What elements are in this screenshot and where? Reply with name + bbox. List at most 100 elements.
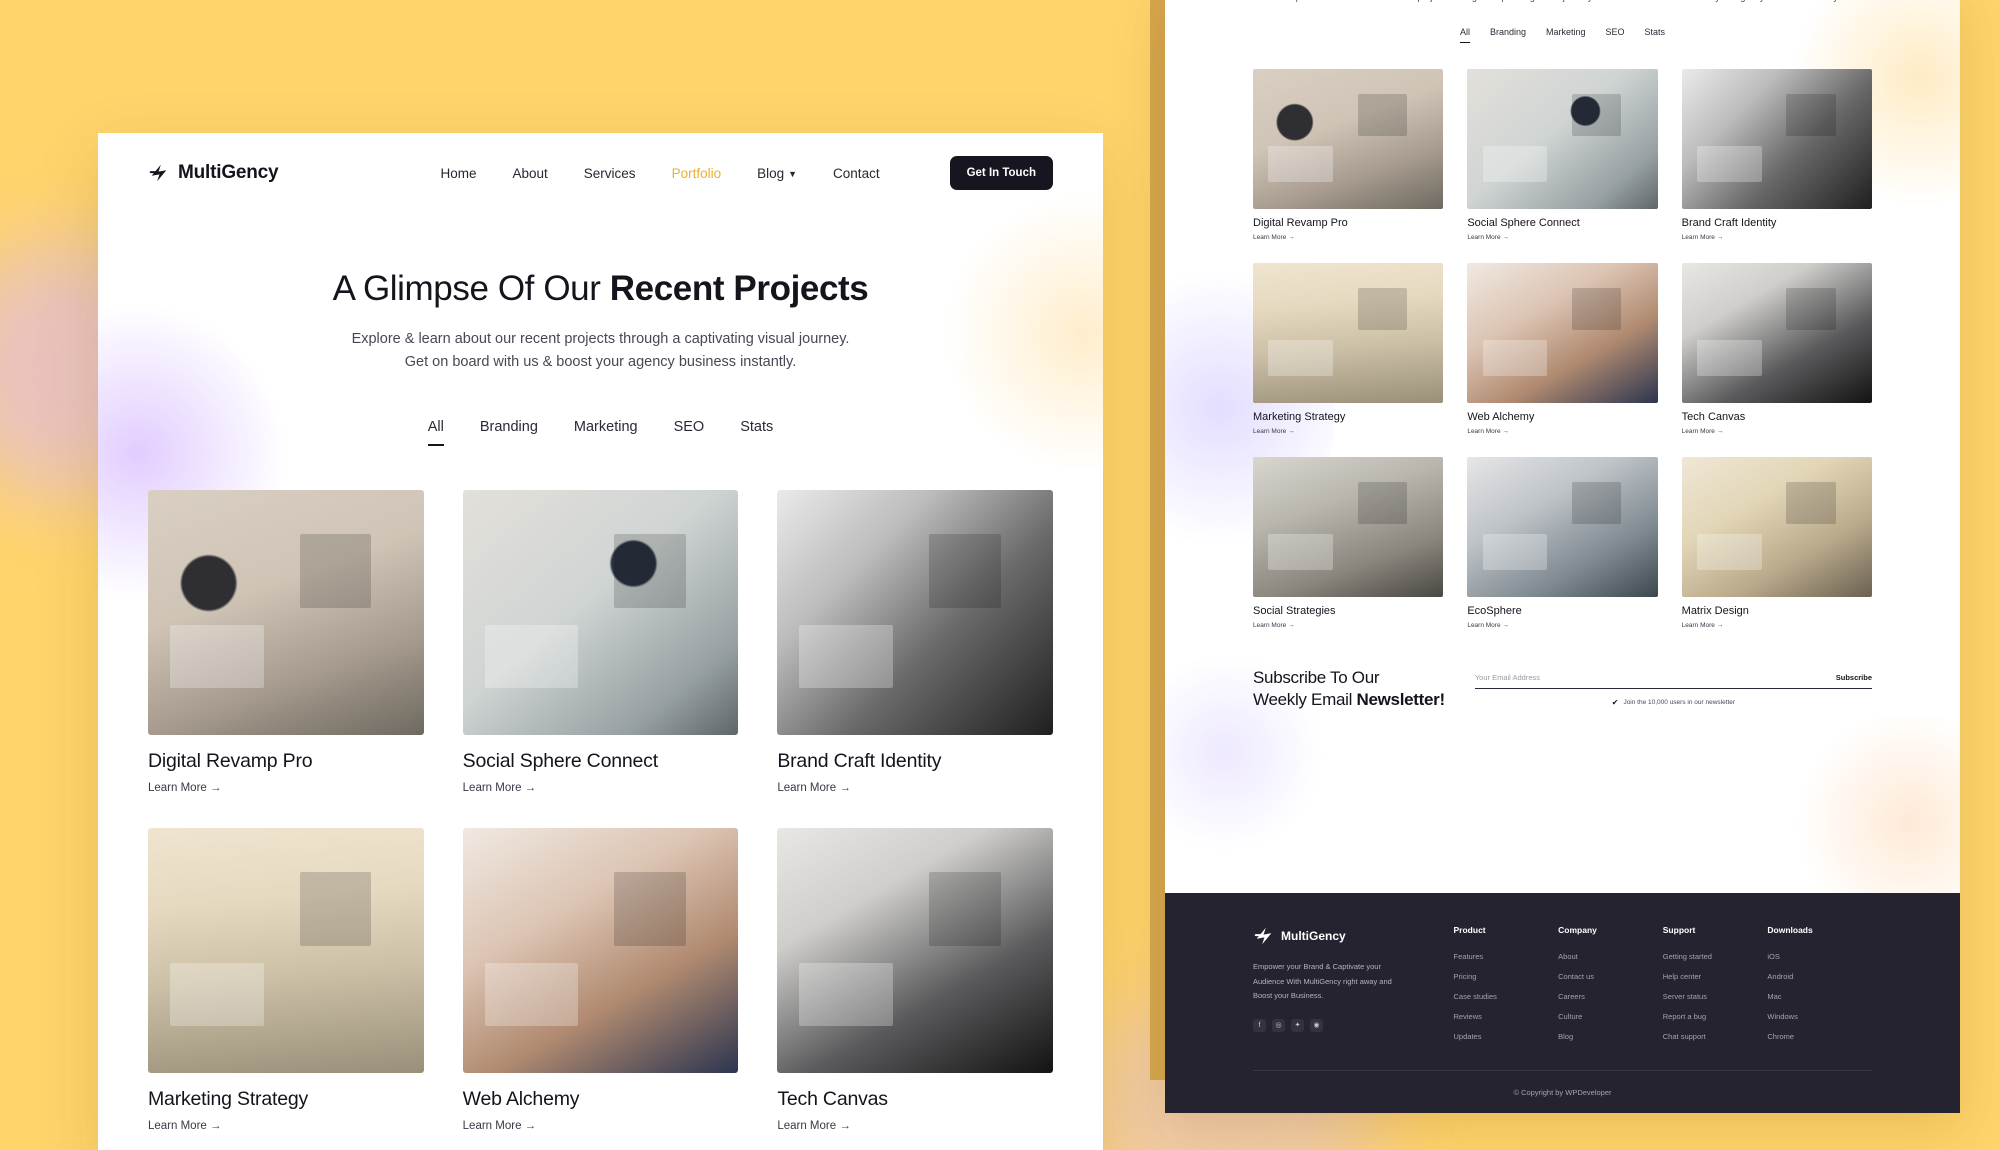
filter-tab-stats[interactable]: Stats <box>740 419 773 446</box>
project-thumbnail <box>148 827 424 1073</box>
preview-learn-more-link[interactable]: Learn More → <box>1682 234 1872 241</box>
footer-link[interactable]: Pricing <box>1454 972 1559 981</box>
preview-learn-more-link[interactable]: Learn More → <box>1253 622 1443 629</box>
footer-link[interactable]: iOS <box>1767 952 1872 961</box>
footer-link[interactable]: Contact us <box>1558 972 1663 981</box>
footer-link[interactable]: Updates <box>1454 1032 1559 1041</box>
preview-project-card[interactable]: Social Strategies Learn More → <box>1253 456 1444 629</box>
footer-link[interactable]: Blog <box>1558 1032 1663 1041</box>
get-in-touch-button[interactable]: Get In Touch <box>949 156 1053 190</box>
preview-filter-tab-seo[interactable]: SEO <box>1606 27 1625 43</box>
twitter-icon[interactable]: ✦ <box>1291 1018 1304 1032</box>
preview-filter-tab-all[interactable]: All <box>1459 27 1470 43</box>
preview-filter-tab-branding[interactable]: Branding <box>1490 27 1526 43</box>
footer-link[interactable]: Case studies <box>1454 992 1559 1001</box>
preview-project-title: EcoSphere <box>1467 604 1522 617</box>
preview-project-card[interactable]: Tech Canvas Learn More → <box>1681 262 1872 435</box>
preview-learn-more-link[interactable]: Learn More → <box>1467 428 1657 435</box>
learn-more-link[interactable]: Learn More → <box>463 782 739 794</box>
preview-content: Explore & learn about our recent project… <box>1165 0 1960 893</box>
footer-link[interactable]: Features <box>1454 952 1559 961</box>
preview-filter-tabs: All Branding Marketing SEO Stats <box>1165 27 1960 43</box>
footer-link[interactable]: Chat support <box>1663 1032 1768 1041</box>
project-card[interactable]: Tech Canvas Learn More → <box>777 827 1053 1132</box>
preview-project-title: Web Alchemy <box>1467 410 1535 423</box>
preview-project-title: Brand Craft Identity <box>1681 216 1777 229</box>
lightning-bolt-icon <box>1254 927 1272 945</box>
preview-filter-tab-stats[interactable]: Stats <box>1645 27 1666 43</box>
footer-column-title: Downloads <box>1767 925 1813 935</box>
project-card[interactable]: Digital Revamp Pro Learn More → <box>148 489 424 794</box>
footer-brand-block: MultiGency Empower your Brand & Captivat… <box>1253 925 1454 1052</box>
footer-link[interactable]: Windows <box>1767 1012 1872 1021</box>
nav-item-home[interactable]: Home <box>441 166 477 181</box>
footer-link[interactable]: Careers <box>1558 992 1663 1001</box>
preview-project-title: Marketing Strategy <box>1253 410 1346 423</box>
preview-learn-more-link[interactable]: Learn More → <box>1253 428 1443 435</box>
footer-copyright: © Copyright by WPDeveloper <box>1513 1088 1612 1097</box>
footer-column-support: Support Getting started Help center Serv… <box>1663 925 1768 1052</box>
preview-learn-more-link[interactable]: Learn More → <box>1253 234 1443 241</box>
footer-link[interactable]: Culture <box>1558 1012 1663 1021</box>
preview-project-card[interactable]: Social Sphere Connect Learn More → <box>1467 68 1658 241</box>
filter-tab-all[interactable]: All <box>427 419 444 446</box>
project-title: Digital Revamp Pro <box>148 749 313 772</box>
nav-item-about[interactable]: About <box>513 166 548 181</box>
learn-more-link[interactable]: Learn More → <box>148 782 424 794</box>
preview-project-card[interactable]: Brand Craft Identity Learn More → <box>1681 68 1872 241</box>
footer-column-title: Company <box>1558 925 1597 935</box>
footer-link[interactable]: Chrome <box>1767 1032 1872 1041</box>
footer-link[interactable]: Mac <box>1767 992 1872 1001</box>
arrow-icon: → <box>1502 621 1509 629</box>
preview-project-title: Digital Revamp Pro <box>1253 216 1348 229</box>
footer-link[interactable]: Android <box>1767 972 1872 981</box>
preview-project-card[interactable]: Digital Revamp Pro Learn More → <box>1253 68 1444 241</box>
footer-divider <box>1253 1070 1872 1071</box>
preview-project-thumbnail <box>1681 456 1872 597</box>
dribbble-icon[interactable]: ◉ <box>1310 1018 1323 1032</box>
check-icon: ✔ <box>1611 697 1619 707</box>
email-input[interactable] <box>1474 672 1836 682</box>
project-card[interactable]: Social Sphere Connect Learn More → <box>462 489 739 794</box>
footer-logo[interactable]: MultiGency <box>1253 925 1454 947</box>
nav-item-contact[interactable]: Contact <box>833 166 880 181</box>
preview-project-card[interactable]: Marketing Strategy Learn More → <box>1253 262 1444 435</box>
learn-more-link[interactable]: Learn More → <box>777 1120 1053 1132</box>
filter-tab-branding[interactable]: Branding <box>480 419 538 446</box>
nav-item-portfolio[interactable]: Portfolio <box>672 166 722 181</box>
project-card[interactable]: Web Alchemy Learn More → <box>462 827 739 1132</box>
nav-item-blog-label: Blog <box>757 165 785 181</box>
preview-project-card[interactable]: Matrix Design Learn More → <box>1681 456 1872 629</box>
nav-item-services[interactable]: Services <box>584 166 636 181</box>
footer-link[interactable]: Report a bug <box>1663 1012 1768 1021</box>
project-card[interactable]: Brand Craft Identity Learn More → <box>777 489 1053 794</box>
subscribe-button[interactable]: Subscribe <box>1836 673 1872 682</box>
footer-link[interactable]: Reviews <box>1454 1012 1559 1021</box>
site-logo[interactable]: MultiGency <box>148 162 279 184</box>
preview-filter-tab-marketing[interactable]: Marketing <box>1546 27 1586 43</box>
footer-link[interactable]: About <box>1558 952 1663 961</box>
project-card[interactable]: Marketing Strategy Learn More → <box>148 827 424 1132</box>
arrow-icon: → <box>210 781 222 794</box>
filter-tab-marketing[interactable]: Marketing <box>574 419 638 446</box>
footer-link[interactable]: Getting started <box>1663 952 1768 961</box>
site-footer: MultiGency Empower your Brand & Captivat… <box>1165 893 1960 1113</box>
learn-more-link[interactable]: Learn More → <box>463 1120 739 1132</box>
arrow-icon: → <box>839 1119 851 1132</box>
footer-link[interactable]: Server status <box>1663 992 1768 1001</box>
footer-description: Empower your Brand & Captivate your Audi… <box>1253 962 1392 1001</box>
preview-learn-more-link[interactable]: Learn More → <box>1682 428 1872 435</box>
preview-learn-more-link[interactable]: Learn More → <box>1682 622 1872 629</box>
learn-more-link[interactable]: Learn More → <box>777 782 1053 794</box>
footer-link[interactable]: Help center <box>1663 972 1768 981</box>
preview-project-card[interactable]: Web Alchemy Learn More → <box>1467 262 1658 435</box>
facebook-icon[interactable]: f <box>1253 1018 1266 1032</box>
filter-tab-seo[interactable]: SEO <box>674 419 705 446</box>
learn-more-link[interactable]: Learn More → <box>148 1120 424 1132</box>
nav-item-blog[interactable]: Blog ▼ <box>757 166 797 181</box>
preview-learn-more-link[interactable]: Learn More → <box>1467 234 1657 241</box>
preview-project-card[interactable]: EcoSphere Learn More → <box>1467 456 1658 629</box>
instagram-icon[interactable]: ◎ <box>1272 1018 1285 1032</box>
preview-learn-more-link[interactable]: Learn More → <box>1467 622 1657 629</box>
page-title-bold: Recent Projects <box>609 269 869 308</box>
